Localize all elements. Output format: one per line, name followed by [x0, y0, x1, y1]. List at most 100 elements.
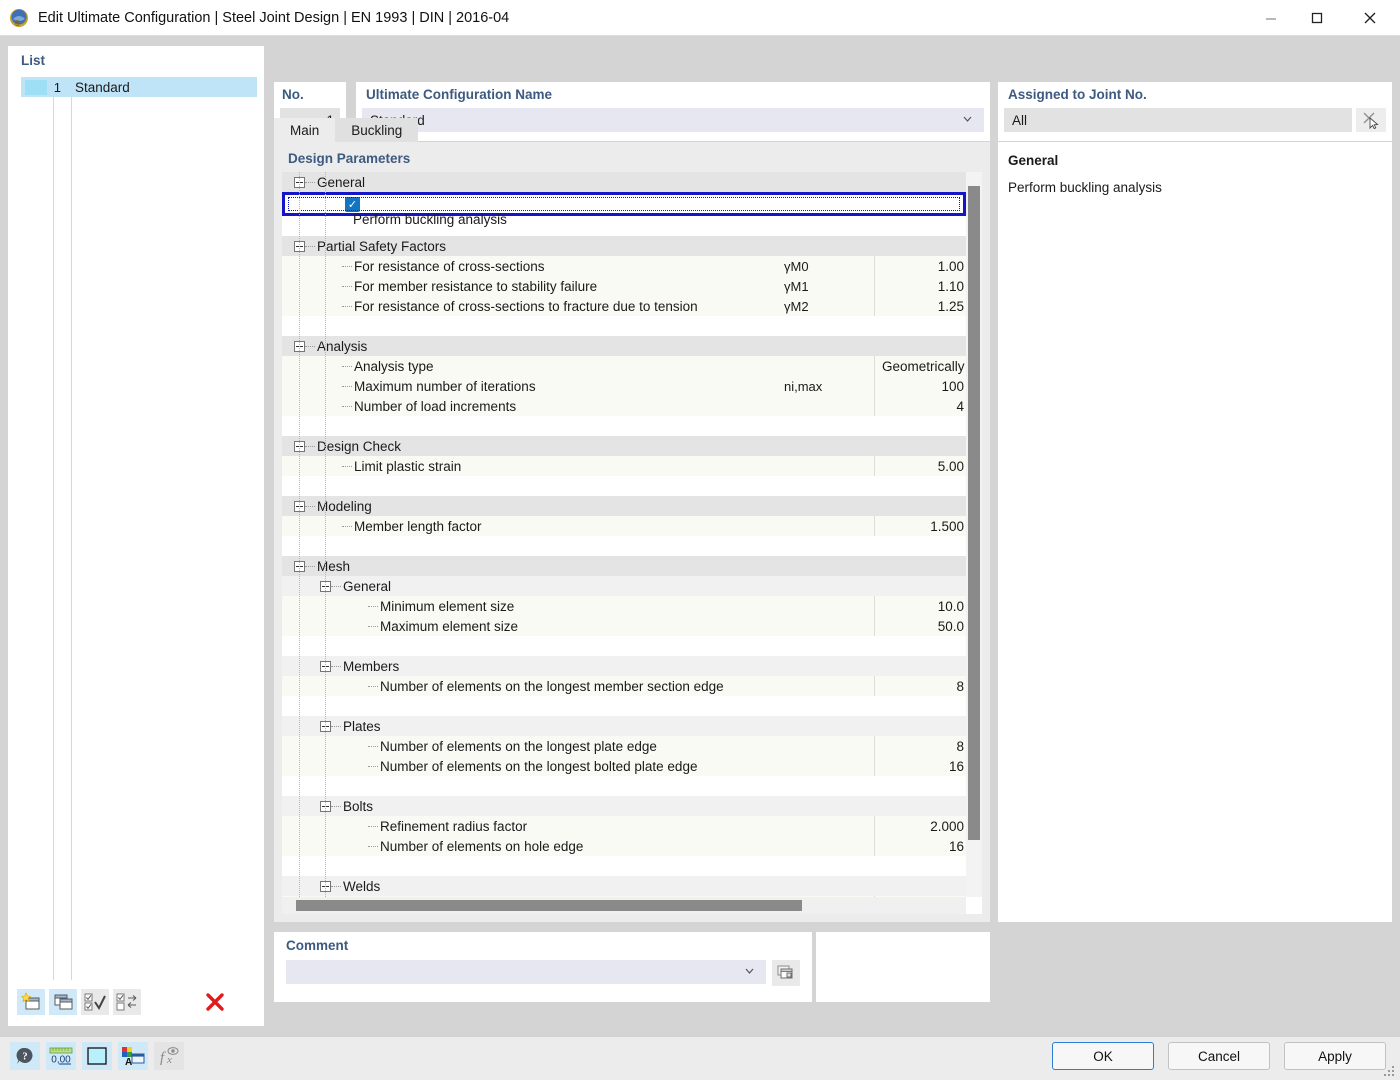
configuration-list[interactable]: 1 Standard	[21, 77, 257, 980]
tree-group-row[interactable]: Partial Safety Factors	[282, 236, 966, 256]
tree-item-row[interactable]: For resistance of cross-sections to frac…	[282, 296, 966, 316]
assigned-joint-input[interactable]: All	[1004, 108, 1352, 132]
comment-side-panel	[816, 932, 990, 1002]
tree-item-value[interactable]: 100	[878, 376, 966, 396]
app-icon: 6	[8, 7, 30, 29]
tree-group-label: Welds	[343, 879, 380, 894]
list-item[interactable]: 1 Standard	[21, 77, 257, 97]
cancel-button[interactable]: Cancel	[1168, 1042, 1270, 1070]
tree-item-label: Minimum element size	[380, 599, 514, 614]
tree-horizontal-scrollbar[interactable]	[282, 897, 966, 914]
color-swatch-icon[interactable]	[82, 1042, 112, 1070]
tree-group-row[interactable]: Welds	[282, 876, 966, 896]
formula-icon[interactable]: f x	[154, 1042, 184, 1070]
tree-item-value[interactable]: 10.0	[878, 596, 966, 616]
tree-group-label: Bolts	[343, 799, 373, 814]
tree-item-row[interactable]: Limit plastic strain5.00	[282, 456, 966, 476]
chevron-down-icon[interactable]	[743, 964, 756, 980]
tree-item-row[interactable]: Number of elements on hole edge16	[282, 836, 966, 856]
tree-item-row[interactable]: Maximum element size50.0	[282, 616, 966, 636]
tree-item-label: Number of elements on the longest bolted…	[380, 759, 697, 774]
tree-group-row[interactable]: Plates	[282, 716, 966, 736]
tree-item-label: Number of load increments	[354, 399, 516, 414]
new-configuration-icon[interactable]	[17, 989, 45, 1015]
tree-column-divider	[874, 756, 875, 776]
comment-library-icon[interactable]	[772, 960, 800, 986]
tree-horizontal-scrollbar-thumb[interactable]	[296, 900, 802, 911]
tree-item-value[interactable]: 1.00	[878, 256, 966, 276]
tree-column-divider	[874, 456, 875, 476]
tree-item-row[interactable]: Number of elements on the longest plate …	[282, 736, 966, 756]
svg-text:A: A	[125, 1057, 132, 1067]
ok-button[interactable]: OK	[1052, 1042, 1154, 1070]
svg-text:6: 6	[15, 19, 20, 28]
tree-group-row[interactable]: Mesh	[282, 556, 966, 576]
tree-column-divider	[874, 516, 875, 536]
tab-buckling[interactable]: Buckling	[335, 118, 418, 142]
tree-item-label: For resistance of cross-sections to frac…	[354, 299, 698, 314]
tree-item-row[interactable]: Analysis typeGeometrically li	[282, 356, 966, 376]
comment-combobox[interactable]	[286, 960, 766, 984]
tree-item-row[interactable]: Maximum number of iterationsni,max100	[282, 376, 966, 396]
tree-group-row[interactable]: Analysis	[282, 336, 966, 356]
resize-grip[interactable]	[1382, 1064, 1396, 1078]
tree-item-label: Refinement radius factor	[380, 819, 527, 834]
tree-vertical-scrollbar[interactable]	[966, 172, 982, 897]
tree-item-row[interactable]: Number of elements on the longest bolted…	[282, 756, 966, 776]
apply-button[interactable]: Apply	[1284, 1042, 1386, 1070]
info-panel: General Perform buckling analysis	[998, 142, 1392, 922]
tree-item-value[interactable]: 5.00	[878, 456, 966, 476]
tree-item-value[interactable]: 16	[878, 756, 966, 776]
tree-group-row[interactable]: General	[282, 576, 966, 596]
tree-item-row[interactable]: For member resistance to stability failu…	[282, 276, 966, 296]
help-icon[interactable]: ?	[10, 1042, 40, 1070]
tree-item-value[interactable]: 4	[878, 396, 966, 416]
tree-item-value[interactable]: 2.000	[878, 816, 966, 836]
tree-column-divider	[874, 596, 875, 616]
tree-checkbox-row[interactable]: ✓Perform buckling analysis	[282, 192, 966, 216]
tree-item-value[interactable]: 8	[878, 736, 966, 756]
select-all-icon[interactable]	[81, 989, 109, 1015]
tree-column-divider	[874, 296, 875, 316]
tree-item-row[interactable]: Member length factor1.500	[282, 516, 966, 536]
tree-item-row[interactable]: Minimum element size 10.0	[282, 596, 966, 616]
maximize-button[interactable]	[1294, 0, 1340, 36]
tree-item-value[interactable]: 8	[878, 676, 966, 696]
tree-group-row[interactable]: Modeling	[282, 496, 966, 516]
info-panel-body: Perform buckling analysis	[998, 168, 1392, 195]
dialog-buttons: OK Cancel Apply	[1052, 1042, 1386, 1070]
tree-item-row[interactable]: Refinement radius factor 2.000	[282, 816, 966, 836]
tree-group-row[interactable]: Design Check	[282, 436, 966, 456]
tree-connector	[342, 366, 352, 367]
design-parameters-tree[interactable]: General ✓Perform buckling analysis Partial…	[282, 172, 982, 914]
tree-item-value[interactable]: Geometrically li	[878, 356, 966, 376]
copy-configuration-icon[interactable]	[49, 989, 77, 1015]
tree-group-row[interactable]: Bolts	[282, 796, 966, 816]
tree-item-value[interactable]: 1.25	[878, 296, 966, 316]
tree-item-value[interactable]: 50.0	[878, 616, 966, 636]
tree-column-divider	[874, 616, 875, 636]
tree-item-row[interactable]: For resistance of cross-sectionsγM01.00	[282, 256, 966, 276]
tree-connector	[368, 606, 378, 607]
units-icon[interactable]: 0,00	[46, 1042, 76, 1070]
tree-viewport: General ✓Perform buckling analysis Partial…	[282, 172, 966, 897]
minimize-button[interactable]	[1248, 0, 1294, 36]
tree-spacer	[282, 476, 966, 496]
tree-connector	[331, 586, 341, 587]
close-button[interactable]	[1340, 0, 1400, 36]
tree-item-value[interactable]: 1.500	[878, 516, 966, 536]
tree-item-row[interactable]: Number of elements on the longest member…	[282, 676, 966, 696]
tree-item-value[interactable]: 1.10	[878, 276, 966, 296]
tree-item-row[interactable]: Number of load increments 4	[282, 396, 966, 416]
perform-buckling-analysis-checkbox[interactable]: ✓	[345, 197, 360, 212]
invert-selection-icon[interactable]	[113, 989, 141, 1015]
list-item-number: 1	[47, 80, 67, 95]
tree-item-value[interactable]: 16	[878, 836, 966, 856]
tree-group-row[interactable]: Members	[282, 656, 966, 676]
tab-main[interactable]: Main	[274, 118, 335, 142]
pick-joint-cursor-icon[interactable]	[1356, 108, 1386, 132]
tree-item-label: Number of elements on the longest member…	[380, 679, 724, 694]
delete-icon[interactable]	[201, 989, 229, 1015]
tree-vertical-scrollbar-thumb[interactable]	[968, 186, 980, 840]
display-properties-icon[interactable]: A	[118, 1042, 148, 1070]
